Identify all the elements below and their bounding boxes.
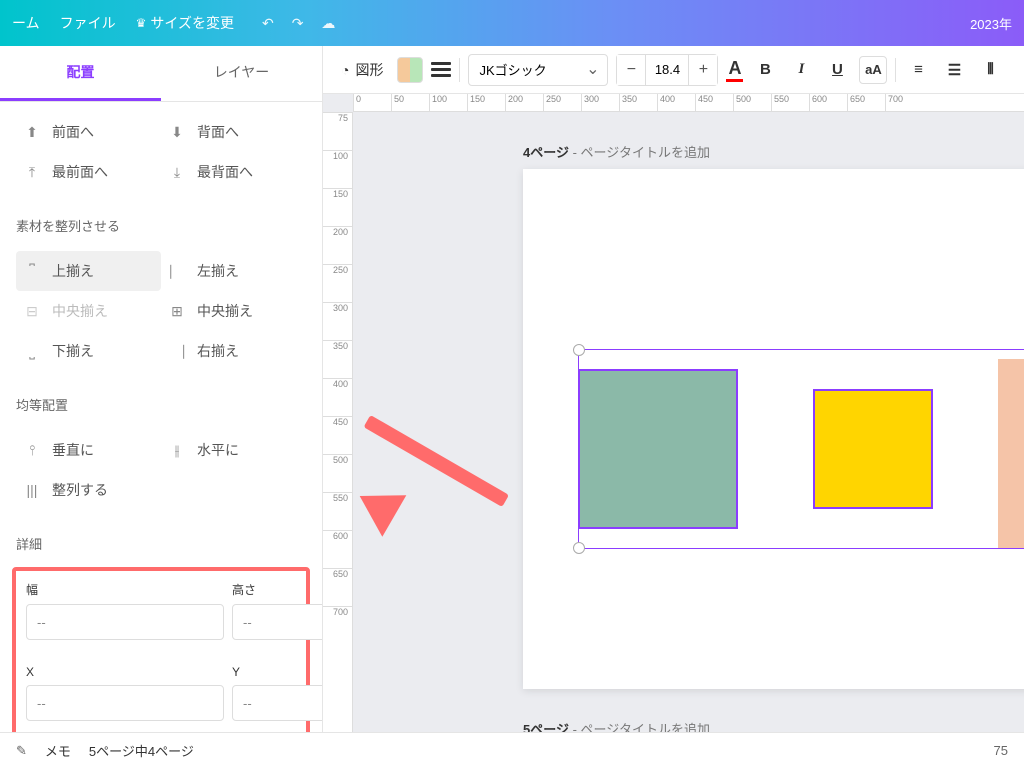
undo-icon[interactable]: ↶: [262, 15, 274, 32]
height-input[interactable]: [232, 604, 323, 640]
align-center-h-icon: ⊞: [167, 303, 187, 320]
text-case-button[interactable]: aA: [859, 56, 887, 84]
height-label: 高さ: [232, 581, 323, 598]
align-center-v-icon: ⊟: [22, 303, 42, 320]
tab-layer[interactable]: レイヤー: [161, 46, 322, 101]
shape-tool-button[interactable]: ◔図形: [335, 56, 389, 84]
y-input[interactable]: [232, 685, 323, 721]
border-style-button[interactable]: [431, 62, 451, 77]
home-menu[interactable]: ーム: [12, 13, 40, 33]
zoom-level[interactable]: 75: [994, 743, 1008, 758]
redo-icon[interactable]: ↷: [292, 15, 304, 32]
bold-button[interactable]: B: [751, 56, 779, 84]
align-center-v-button[interactable]: ⊟中央揃え: [16, 291, 161, 331]
align-bottom-icon: ⎵: [22, 343, 42, 360]
x-input[interactable]: [26, 685, 224, 721]
size-minus-button[interactable]: −: [617, 55, 645, 85]
fill-color-button[interactable]: [397, 57, 423, 83]
file-menu[interactable]: ファイル: [60, 13, 116, 33]
front-icon: ⤒: [22, 164, 42, 181]
underline-button[interactable]: U: [823, 56, 851, 84]
detail-section-label: 詳細: [0, 520, 322, 559]
send-backward-button[interactable]: ⬇背面へ: [161, 112, 306, 152]
x-label: X: [26, 665, 224, 679]
size-plus-button[interactable]: +: [689, 55, 717, 85]
ruler-horizontal: 0501001502002503003504004505005506006507…: [353, 94, 1024, 112]
bring-front-button[interactable]: ⤒最前面へ: [16, 152, 161, 192]
back-icon: ⤓: [167, 164, 187, 181]
shape-icon: ◔: [341, 62, 349, 78]
page-5-title[interactable]: 5ページ - ページタイトルを追加: [523, 719, 1024, 732]
align-right-button[interactable]: ⎹右揃え: [161, 331, 306, 371]
distribute-horizontal-button[interactable]: ⫲水平に: [161, 430, 306, 470]
font-select[interactable]: JKゴシック: [468, 54, 608, 86]
detail-highlight-box: 幅 高さ 比率🔓 X Y 回転: [12, 567, 310, 732]
notes-button[interactable]: メモ: [45, 741, 71, 760]
text-align-button[interactable]: ≡: [904, 56, 932, 84]
notes-icon[interactable]: ✎: [16, 743, 27, 759]
page-4-title[interactable]: 4ページ - ページタイトルを追加: [523, 142, 1024, 161]
ruler-vertical: 7510015020025030035040045050055060065070…: [323, 112, 353, 732]
text-color-button[interactable]: A: [726, 58, 743, 82]
sidebar-panel: 配置 レイヤー ⬆前面へ ⬇背面へ ⤒最前面へ ⤓最背面へ 素材を整列させる ⎴…: [0, 46, 323, 732]
tab-arrange[interactable]: 配置: [0, 46, 161, 101]
italic-button[interactable]: I: [787, 56, 815, 84]
align-bottom-button[interactable]: ⎵下揃え: [16, 331, 161, 371]
send-back-button[interactable]: ⤓最背面へ: [161, 152, 306, 192]
canvas-toolbar: ◔図形 JKゴシック − + A B I U aA ≡ ☰ ⫴: [323, 46, 1024, 94]
dist-h-icon: ⫲: [167, 442, 187, 459]
align-center-h-button[interactable]: ⊞中央揃え: [161, 291, 306, 331]
width-label: 幅: [26, 581, 224, 598]
align-top-button[interactable]: ⎴上揃え: [16, 251, 161, 291]
dist-v-icon: ⫯: [22, 442, 42, 459]
align-left-button[interactable]: ⎸左揃え: [161, 251, 306, 291]
distribute-section-label: 均等配置: [0, 381, 322, 420]
forward-icon: ⬆: [22, 124, 42, 141]
align-section-label: 素材を整列させる: [0, 202, 322, 241]
bring-forward-button[interactable]: ⬆前面へ: [16, 112, 161, 152]
list-button[interactable]: ☰: [940, 56, 968, 84]
spacing-button[interactable]: ⫴: [976, 56, 1004, 84]
selection-handle-tl[interactable]: [573, 344, 585, 356]
width-input[interactable]: [26, 604, 224, 640]
align-top-icon: ⎴: [22, 263, 42, 280]
cloud-icon[interactable]: ☁: [321, 15, 335, 32]
y-label: Y: [232, 665, 323, 679]
selection-box[interactable]: [578, 349, 1024, 549]
page-indicator[interactable]: 5ページ中4ページ: [89, 741, 194, 760]
page-canvas[interactable]: グループ化 ⎘ 🗑 ⋯ ⟳: [523, 169, 1024, 689]
font-size-input[interactable]: [645, 55, 689, 85]
bottom-bar: ✎ メモ 5ページ中4ページ 75: [0, 732, 1024, 768]
workspace[interactable]: 0501001502002503003504004505005506006507…: [323, 94, 1024, 732]
align-left-icon: ⎸: [167, 263, 187, 280]
tidy-icon: |||: [22, 482, 42, 498]
font-size-stepper[interactable]: − +: [616, 54, 718, 86]
align-right-icon: ⎹: [167, 343, 187, 360]
top-menu-bar: ーム ファイル ♛サイズを変更 ↶ ↷ ☁ 2023年: [0, 0, 1024, 46]
backward-icon: ⬇: [167, 124, 187, 141]
date-label: 2023年: [970, 14, 1012, 33]
tidy-button[interactable]: |||整列する: [16, 470, 161, 510]
crown-icon: ♛: [136, 16, 147, 30]
distribute-vertical-button[interactable]: ⫯垂直に: [16, 430, 161, 470]
selection-handle-bl[interactable]: [573, 542, 585, 554]
resize-menu[interactable]: ♛サイズを変更: [136, 13, 234, 33]
